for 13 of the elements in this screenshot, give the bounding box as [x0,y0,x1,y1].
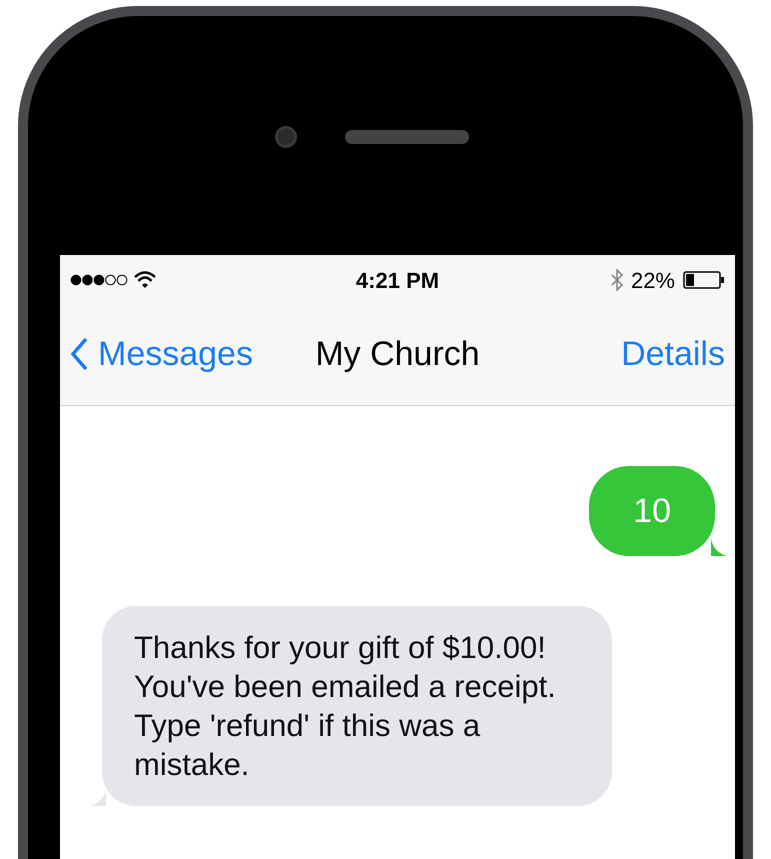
wifi-icon [134,271,156,289]
back-button[interactable]: Messages [70,328,300,380]
camera-icon [275,126,297,148]
battery-icon [683,271,725,289]
bubble-tail-icon [711,538,727,556]
status-time: 4:21 PM [356,266,440,294]
bluetooth-icon [610,269,623,291]
bubble-tail-icon [90,788,106,806]
details-button[interactable]: Details [621,328,725,380]
signal-dots-icon [70,274,128,286]
battery-percent: 22% [630,266,675,294]
conversation-title: My Church [315,334,480,374]
chevron-left-icon [70,337,88,371]
